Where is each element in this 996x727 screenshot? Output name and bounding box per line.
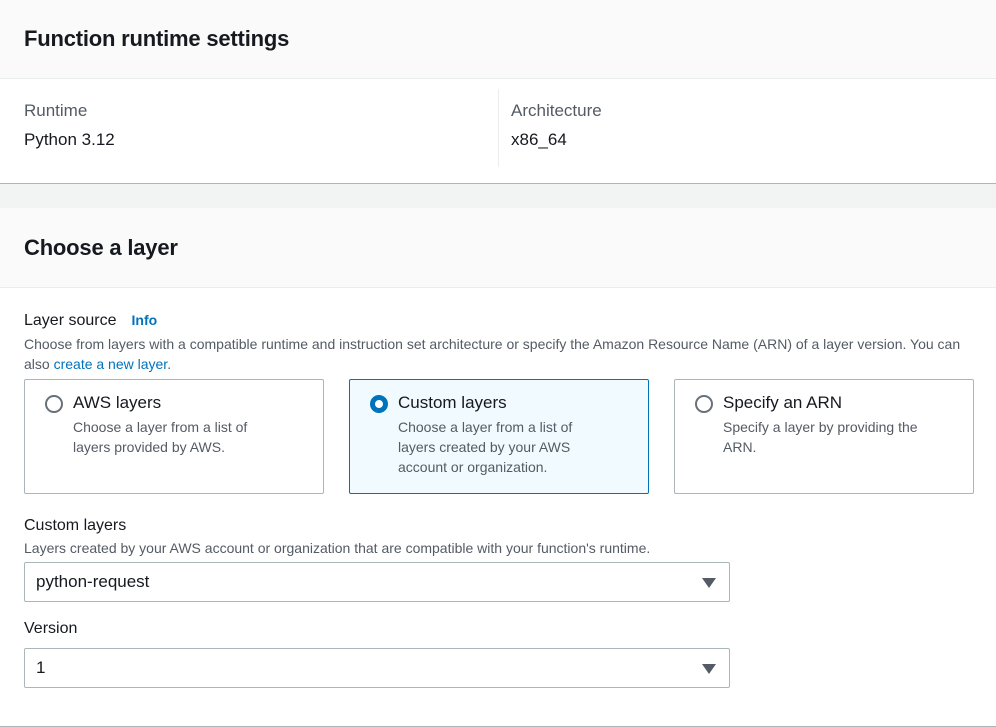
tile-aws-layers[interactable]: AWS layers Choose a layer from a list of… [24, 379, 324, 494]
layer-source-tiles: AWS layers Choose a layer from a list of… [24, 379, 974, 495]
runtime-value: Python 3.12 [24, 130, 115, 149]
tile-custom-layers[interactable]: Custom layers Choose a layer from a list… [349, 379, 649, 494]
version-select[interactable]: 1 [24, 648, 730, 688]
architecture-label: Architecture [511, 101, 602, 120]
layer-source-label: Layer source [24, 312, 117, 329]
version-label: Version [24, 620, 78, 637]
layer-source-info-link[interactable]: Info [132, 312, 158, 328]
tile-custom-layers-description: Choose a layer from a list of layers cre… [398, 419, 573, 475]
runtime-settings-values: Runtime Python 3.12 Architecture x86_64 [0, 79, 996, 183]
tile-specify-arn-title: Specify an ARN [723, 393, 843, 412]
custom-layers-label: Custom layers [24, 517, 127, 534]
choose-layer-panel: Choose a layer Layer source Info Choose … [0, 208, 996, 727]
create-new-layer-link[interactable]: create a new layer [54, 356, 168, 372]
custom-layers-field: Custom layers Layers created by your AWS… [24, 517, 972, 602]
tile-aws-layers-description: Choose a layer from a list of layers pro… [73, 419, 248, 455]
radio-selected-icon[interactable] [370, 395, 388, 413]
caret-down-icon [702, 664, 716, 674]
caret-down-icon [702, 578, 716, 588]
choose-layer-body: Layer source Info Choose from layers wit… [0, 288, 996, 688]
choose-layer-title: Choose a layer [24, 234, 178, 260]
custom-layers-description: Layers created by your AWS account or or… [24, 540, 651, 556]
runtime-label: Runtime [24, 101, 88, 120]
radio-icon[interactable] [695, 395, 713, 413]
version-selected-value: 1 [36, 658, 46, 677]
layer-source-description: Choose from layers with a compatible run… [24, 334, 972, 374]
tile-custom-layers-text: Custom layers Choose a layer from a list… [398, 393, 613, 493]
layer-source-label-row: Layer source Info [24, 312, 972, 330]
choose-layer-header: Choose a layer [0, 208, 996, 288]
architecture-value: x86_64 [511, 130, 567, 149]
radio-icon[interactable] [45, 395, 63, 413]
tile-custom-layers-title: Custom layers [398, 393, 507, 412]
tile-aws-layers-text: AWS layers Choose a layer from a list of… [73, 393, 288, 493]
tile-aws-layers-title: AWS layers [73, 393, 162, 412]
tile-specify-arn-description: Specify a layer by providing the ARN. [723, 419, 918, 455]
custom-layers-select[interactable]: python-request [24, 562, 730, 602]
runtime-settings-header: Function runtime settings [0, 0, 996, 79]
runtime-settings-title: Function runtime settings [24, 26, 290, 51]
architecture-column: Architecture x86_64 [499, 79, 996, 183]
tile-specify-arn-text: Specify an ARN Specify a layer by provid… [723, 393, 948, 493]
custom-layers-selected-value: python-request [36, 572, 150, 591]
runtime-settings-panel: Function runtime settings Runtime Python… [0, 0, 996, 184]
layer-source-description-end: . [167, 356, 172, 372]
tile-specify-arn[interactable]: Specify an ARN Specify a layer by provid… [674, 379, 974, 494]
version-field: Version 1 [24, 620, 972, 688]
runtime-column: Runtime Python 3.12 [0, 89, 499, 167]
